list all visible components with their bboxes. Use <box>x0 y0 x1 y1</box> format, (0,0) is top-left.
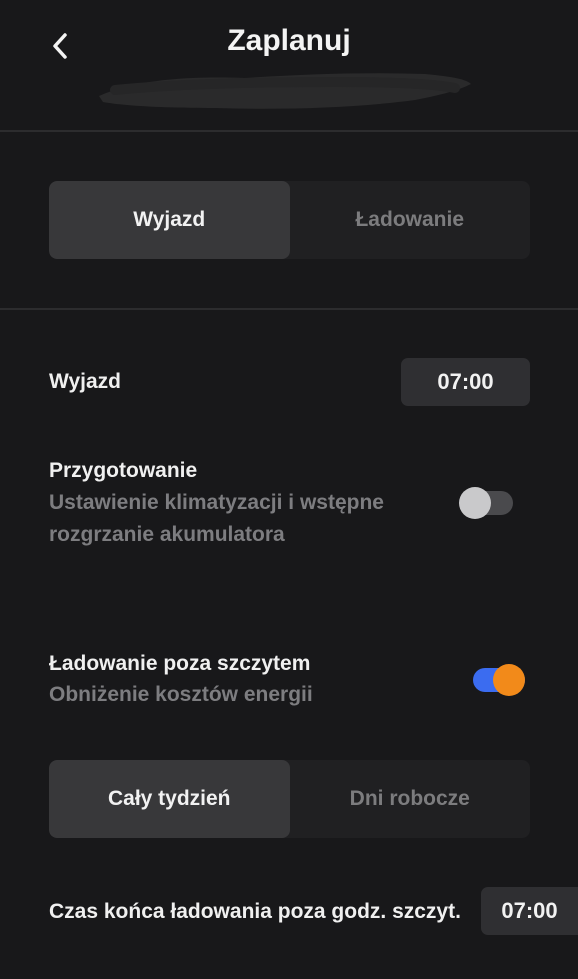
off-peak-label: Ładowanie poza szczytem <box>49 652 311 675</box>
off-peak-toggle[interactable] <box>473 664 525 696</box>
redaction-scribble <box>99 73 471 109</box>
tab-whole-week[interactable]: Cały tydzień <box>49 760 290 838</box>
page-title: Zaplanuj <box>227 24 351 57</box>
preconditioning-description: Ustawienie klimatyzacji i wstępne rozgrz… <box>49 487 384 551</box>
tab-weekdays[interactable]: Dni robocze <box>290 760 531 838</box>
preconditioning-description-line1: Ustawienie klimatyzacji i wstępne <box>49 491 384 514</box>
divider <box>0 130 578 132</box>
departure-label: Wyjazd <box>49 370 121 393</box>
mode-tabs: Wyjazd Ładowanie <box>49 181 530 259</box>
toggle-knob <box>459 487 491 519</box>
tab-departure[interactable]: Wyjazd <box>49 181 290 259</box>
schedule-screen: Zaplanuj Wyjazd Ładowanie Wyjazd 07:00 P… <box>0 0 578 979</box>
off-peak-description: Obniżenie kosztów energii <box>49 683 313 706</box>
header: Zaplanuj <box>0 0 578 131</box>
toggle-knob <box>493 664 525 696</box>
divider <box>0 308 578 310</box>
off-peak-end-time-button[interactable]: 07:00 <box>481 887 578 935</box>
days-tabs: Cały tydzień Dni robocze <box>49 760 530 838</box>
tab-charging[interactable]: Ładowanie <box>290 181 531 259</box>
preconditioning-description-line2: rozgrzanie akumulatora <box>49 523 285 546</box>
preconditioning-label: Przygotowanie <box>49 459 198 482</box>
preconditioning-toggle[interactable] <box>459 487 513 519</box>
off-peak-end-label: Czas końca ładowania poza godz. szczyt. <box>49 900 461 923</box>
departure-time-button[interactable]: 07:00 <box>401 358 530 406</box>
